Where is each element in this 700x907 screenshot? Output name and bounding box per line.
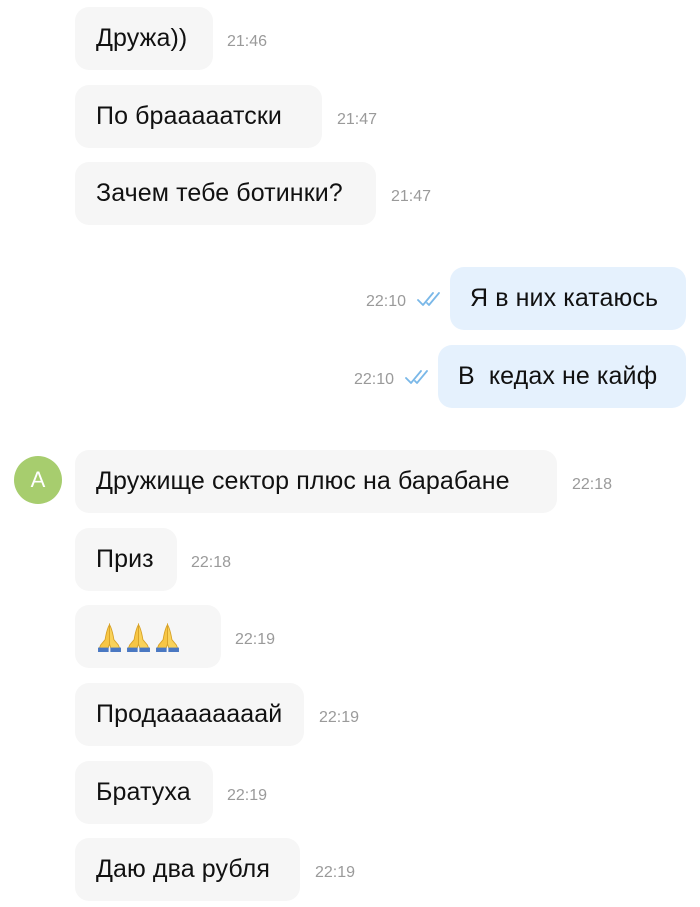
incoming-message-bubble[interactable]: Братуха (75, 761, 213, 824)
outgoing-message-bubble[interactable]: В кедах не кайф (438, 345, 686, 408)
message-timestamp: 21:47 (337, 111, 378, 128)
message-row: Зачем тебе ботинки? 21:47 (0, 162, 700, 225)
folded-hands-icon (156, 622, 179, 652)
incoming-message-bubble[interactable]: Дружа)) (75, 7, 213, 70)
message-row: Братуха 22:19 (0, 761, 700, 824)
outgoing-message-bubble[interactable]: Я в них катаюсь (450, 267, 686, 330)
incoming-message-bubble[interactable]: Продаааааааай (75, 683, 304, 746)
message-timestamp: 21:46 (227, 33, 268, 50)
incoming-message-bubble[interactable] (75, 605, 221, 668)
incoming-message-bubble[interactable]: Даю два рубля (75, 838, 300, 901)
double-check-icon (417, 292, 440, 306)
message-timestamp: 22:10 (366, 293, 407, 310)
message-timestamp: 21:47 (391, 188, 432, 205)
message-text: Приз (96, 545, 154, 573)
message-row: 22:19 (0, 605, 700, 668)
double-check-icon (405, 370, 428, 384)
message-row: Продаааааааай 22:19 (0, 683, 700, 746)
message-timestamp: 22:19 (227, 787, 268, 804)
message-timestamp: 22:19 (319, 709, 360, 726)
message-row: Дружа)) 21:46 (0, 7, 700, 70)
message-row: Дружище сектор плюс на барабане 22:18 (0, 450, 700, 513)
message-row: По брааааатски 21:47 (0, 85, 700, 148)
message-text: Братуха (96, 778, 191, 806)
message-timestamp: 22:19 (235, 631, 276, 648)
folded-hands-icon (127, 622, 150, 652)
message-timestamp: 22:19 (315, 864, 356, 881)
message-text: Зачем тебе ботинки? (96, 179, 343, 207)
message-row: Даю два рубля 22:19 (0, 838, 700, 901)
incoming-message-bubble[interactable]: Приз (75, 528, 177, 591)
message-text: По брааааатски (96, 102, 282, 130)
message-row: 22:10 Я в них катаюсь (0, 267, 700, 330)
message-timestamp: 22:10 (354, 371, 395, 388)
message-row: Приз 22:18 (0, 528, 700, 591)
incoming-message-bubble[interactable]: По брааааатски (75, 85, 322, 148)
message-text: Дружище сектор плюс на барабане (96, 467, 510, 495)
folded-hands-icon (98, 622, 121, 652)
message-timestamp: 22:18 (572, 476, 613, 493)
incoming-message-bubble[interactable]: Дружище сектор плюс на барабане (75, 450, 557, 513)
message-text: Продаааааааай (96, 700, 283, 728)
message-row: 22:10 В кедах не кайф (0, 345, 700, 408)
message-text: Я в них катаюсь (470, 284, 659, 312)
incoming-message-bubble[interactable]: Зачем тебе ботинки? (75, 162, 376, 225)
message-text: Дружа)) (96, 24, 188, 52)
message-text: Даю два рубля (96, 855, 270, 883)
message-timestamp: 22:18 (191, 554, 232, 571)
message-text: В кедах не кайф (458, 362, 658, 390)
